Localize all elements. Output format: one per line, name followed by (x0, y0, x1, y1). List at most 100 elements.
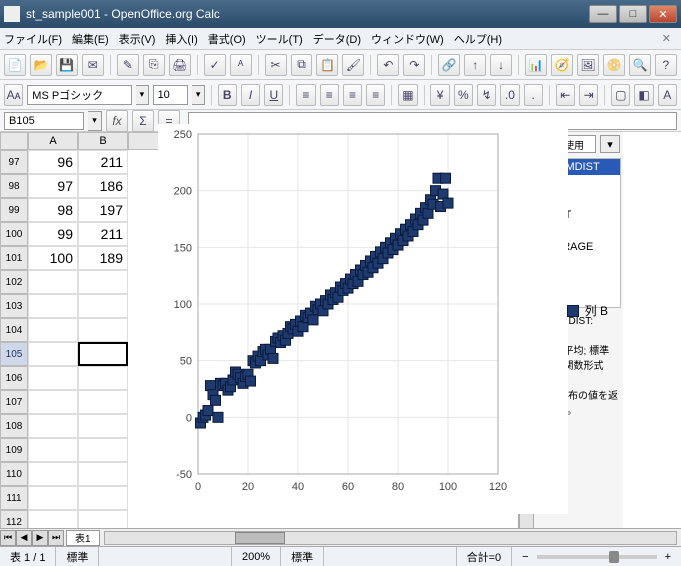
help-button[interactable]: ? (655, 54, 677, 76)
add-decimal-button[interactable]: .0 (500, 84, 519, 106)
cell[interactable] (78, 414, 128, 438)
cell[interactable] (28, 318, 78, 342)
redo-button[interactable]: ↷ (403, 54, 425, 76)
row-header[interactable]: 100 (0, 222, 28, 246)
row-header[interactable]: 111 (0, 486, 28, 510)
menu-help[interactable]: ヘルプ(H) (454, 31, 502, 47)
save-button[interactable]: 💾 (56, 54, 78, 76)
cell[interactable] (28, 390, 78, 414)
tab-first-button[interactable]: ⏮ (0, 530, 16, 546)
row-header[interactable]: 108 (0, 414, 28, 438)
cell[interactable] (78, 342, 128, 366)
cell[interactable]: 211 (78, 222, 128, 246)
copy-button[interactable]: ⧉ (291, 54, 313, 76)
cell[interactable] (28, 342, 78, 366)
menubar-close-icon[interactable]: ✕ (662, 32, 671, 45)
styles-button[interactable]: Aᴀ (4, 84, 23, 106)
fontcolor-button[interactable]: A (658, 84, 677, 106)
tab-next-button[interactable]: ▶ (32, 530, 48, 546)
paste-button[interactable]: 📋 (316, 54, 338, 76)
menu-tools[interactable]: ツール(T) (256, 31, 303, 47)
print-button[interactable]: 🖨 (169, 54, 191, 76)
edit-button[interactable]: ✎ (117, 54, 139, 76)
undo-button[interactable]: ↶ (377, 54, 399, 76)
row-header[interactable]: 109 (0, 438, 28, 462)
menu-view[interactable]: 表示(V) (119, 31, 156, 47)
cell[interactable] (28, 366, 78, 390)
zoom-slider[interactable] (537, 555, 657, 559)
pdf-button[interactable]: ⎘ (143, 54, 165, 76)
function-wizard-button[interactable]: fx (106, 110, 128, 132)
borders-button[interactable]: ▢ (611, 84, 630, 106)
font-size-dropdown[interactable]: ▾ (192, 85, 204, 105)
bgcolor-button[interactable]: ◧ (634, 84, 653, 106)
col-header-a[interactable]: A (28, 132, 78, 150)
row-header[interactable]: 112 (0, 510, 28, 528)
remove-decimal-button[interactable]: . (524, 84, 543, 106)
underline-button[interactable]: U (264, 84, 283, 106)
cell[interactable] (28, 270, 78, 294)
cell[interactable]: 197 (78, 198, 128, 222)
datasource-button[interactable]: 📀 (603, 54, 625, 76)
menu-data[interactable]: データ(D) (313, 31, 361, 47)
bold-button[interactable]: B (218, 84, 237, 106)
cell[interactable] (28, 414, 78, 438)
cell[interactable] (78, 462, 128, 486)
close-button[interactable]: ✕ (649, 5, 677, 23)
cell[interactable] (78, 438, 128, 462)
sort-desc-button[interactable]: ↓ (490, 54, 512, 76)
row-header[interactable]: 105 (0, 342, 28, 366)
merge-button[interactable]: ▦ (398, 84, 417, 106)
menu-insert[interactable]: 挿入(I) (165, 31, 197, 47)
horizontal-scrollbar[interactable] (104, 531, 677, 545)
cell[interactable]: 189 (78, 246, 128, 270)
email-button[interactable]: ✉ (82, 54, 104, 76)
increase-indent-button[interactable]: ⇥ (579, 84, 598, 106)
sheet-tab[interactable]: 表1 (66, 530, 100, 546)
chart-button[interactable]: 📊 (525, 54, 547, 76)
minimize-button[interactable]: — (589, 5, 617, 23)
hyperlink-button[interactable]: 🔗 (438, 54, 460, 76)
gallery-button[interactable]: 🖼 (577, 54, 599, 76)
spellcheck-button[interactable]: ✓ (204, 54, 226, 76)
col-header-b[interactable]: B (78, 132, 128, 150)
new-button[interactable]: 📄 (4, 54, 26, 76)
format-paint-button[interactable]: 🖌 (342, 54, 364, 76)
cell[interactable] (78, 510, 128, 528)
cell[interactable]: 96 (28, 150, 78, 174)
name-box-dropdown[interactable]: ▾ (88, 111, 102, 131)
align-justify-button[interactable]: ≡ (366, 84, 385, 106)
cell[interactable] (78, 318, 128, 342)
currency-button[interactable]: ¥ (430, 84, 449, 106)
cell[interactable] (78, 270, 128, 294)
cell[interactable] (28, 510, 78, 528)
function-category-arrow[interactable]: ▾ (600, 135, 620, 153)
autospell-button[interactable]: ᴬ (230, 54, 252, 76)
italic-button[interactable]: I (241, 84, 260, 106)
percent-button[interactable]: % (454, 84, 473, 106)
row-header[interactable]: 101 (0, 246, 28, 270)
scatter-chart[interactable]: -50050100150200250020406080100120 列 B (158, 124, 568, 514)
cell[interactable]: 186 (78, 174, 128, 198)
tab-prev-button[interactable]: ◀ (16, 530, 32, 546)
cell[interactable] (28, 462, 78, 486)
cell[interactable]: 100 (28, 246, 78, 270)
row-header[interactable]: 106 (0, 366, 28, 390)
status-zoom[interactable]: 200% (232, 547, 281, 566)
name-box[interactable]: B105 (4, 112, 84, 130)
cut-button[interactable]: ✂ (265, 54, 287, 76)
menu-file[interactable]: ファイル(F) (4, 31, 62, 47)
row-header[interactable]: 102 (0, 270, 28, 294)
standard-format-button[interactable]: ↯ (477, 84, 496, 106)
menu-format[interactable]: 書式(O) (208, 31, 246, 47)
zoom-button[interactable]: 🔍 (629, 54, 651, 76)
cell[interactable]: 97 (28, 174, 78, 198)
row-header[interactable]: 97 (0, 150, 28, 174)
font-name-input[interactable]: MS Pゴシック (27, 85, 132, 105)
font-name-dropdown[interactable]: ▾ (136, 85, 148, 105)
cell[interactable]: 98 (28, 198, 78, 222)
cell[interactable] (28, 486, 78, 510)
sum-button[interactable]: Σ (132, 110, 154, 132)
zoom-out-button[interactable]: − (522, 551, 528, 563)
cell[interactable]: 211 (78, 150, 128, 174)
